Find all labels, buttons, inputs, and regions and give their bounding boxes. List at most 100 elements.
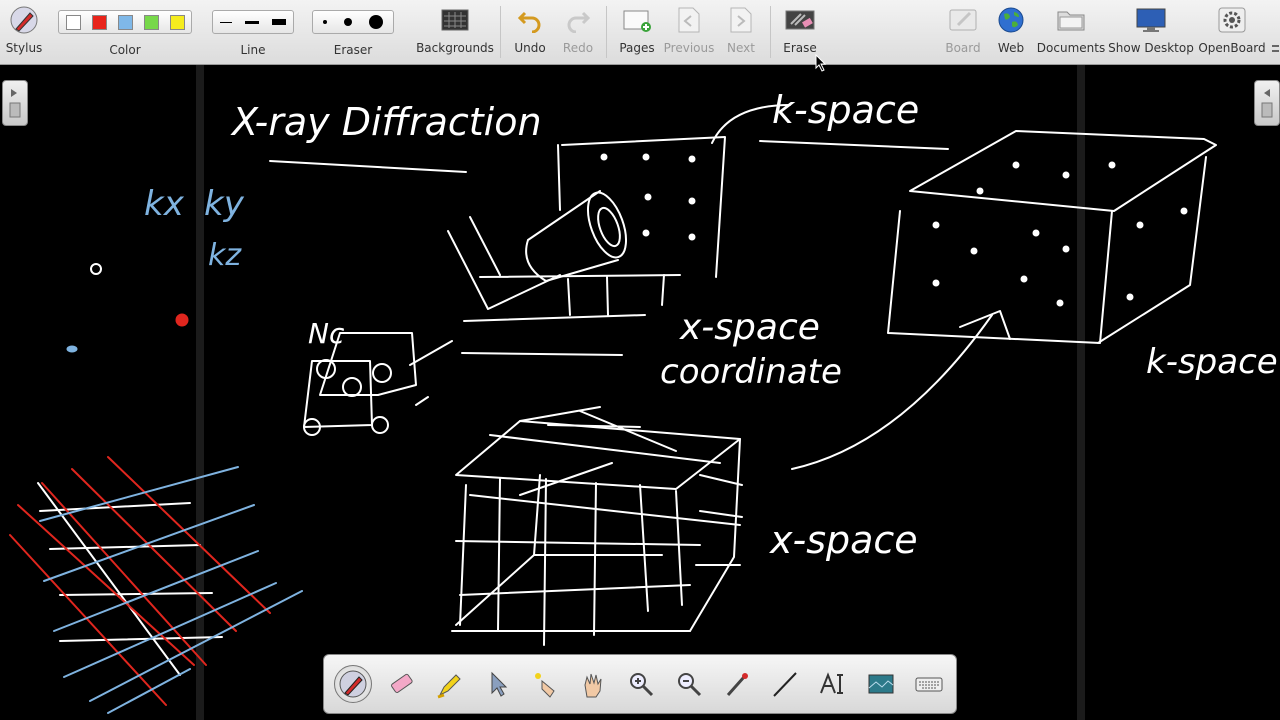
previous-label: Previous [663, 41, 715, 55]
openboard-button[interactable]: OpenBoard [1198, 0, 1266, 64]
eraser-label: Eraser [333, 43, 373, 57]
pick-color-icon [726, 673, 748, 696]
interact-tool-button[interactable] [526, 665, 564, 703]
pages-label: Pages [619, 41, 655, 55]
previous-page-icon [677, 0, 701, 40]
pen-icon [339, 670, 367, 698]
next-label: Next [727, 41, 755, 55]
ink-dot [90, 263, 102, 275]
redo-button[interactable]: Redo [560, 0, 596, 64]
text-icon [820, 672, 843, 694]
highlighter-icon [437, 674, 461, 699]
keyboard-tool-button[interactable] [910, 665, 948, 703]
next-page-icon [729, 0, 753, 40]
zoom-out-tool-button[interactable] [670, 665, 708, 703]
erase-button[interactable]: Erase [782, 0, 818, 64]
line-tool-button[interactable] [766, 665, 804, 703]
globe-icon [997, 0, 1025, 40]
selector-tool-button[interactable] [478, 665, 516, 703]
zoom-in-tool-button[interactable] [622, 665, 660, 703]
folder-icon [1056, 0, 1086, 40]
color-swatch-green[interactable] [143, 14, 159, 30]
handwritten-x-space: x-space [679, 307, 820, 348]
handwritten-x-space-bottom: x-space [769, 518, 918, 562]
color-swatch-yellow[interactable] [169, 14, 185, 30]
text-tool-button[interactable] [814, 665, 852, 703]
settings-gear-icon [1217, 0, 1247, 40]
keyboard-icon [915, 677, 943, 692]
mouse-cursor-icon [815, 54, 827, 72]
pen-tool-button[interactable] [334, 665, 372, 703]
line-icon [773, 672, 797, 697]
web-button[interactable]: Web [994, 0, 1028, 64]
hand-tool-button[interactable] [574, 665, 612, 703]
top-toolbar: Stylus Color Line Eraser Backgrounds Und… [0, 0, 1280, 65]
redo-label: Redo [562, 41, 594, 55]
show-desktop-button[interactable]: Show Desktop [1108, 0, 1194, 64]
handwritten-k-space-top: k-space [772, 88, 919, 132]
documents-button[interactable]: Documents [1036, 0, 1106, 64]
board-icon [948, 0, 978, 40]
handwritten-ky: ky [204, 184, 245, 224]
highlighter-tool-button[interactable] [430, 665, 468, 703]
color-swatch-white[interactable] [65, 14, 81, 30]
ink-dot-red [175, 313, 189, 327]
board-label: Board [945, 41, 981, 55]
redo-icon [565, 0, 591, 40]
k-space-box-sketch [791, 130, 1217, 470]
laser-icon [535, 673, 555, 698]
capture-tool-button[interactable] [862, 665, 900, 703]
handwritten-title: X-ray Diffraction [230, 100, 542, 144]
pointer-icon [491, 671, 508, 697]
previous-button[interactable]: Previous [664, 0, 714, 64]
web-label: Web [997, 41, 1025, 55]
ink-layer: X-ray Diffraction k-space x-space coordi… [9, 88, 1278, 714]
title-underline [269, 160, 467, 173]
capture-icon [868, 674, 894, 694]
color-swatch-blue[interactable] [117, 14, 133, 30]
eraser-group: Eraser [311, 0, 395, 64]
pointer-tool-button[interactable] [718, 665, 756, 703]
color-group: Color [56, 0, 194, 64]
stylus-palette [323, 654, 957, 714]
backgrounds-label: Backgrounds [416, 41, 494, 55]
next-button[interactable]: Next [724, 0, 758, 64]
undo-button[interactable]: Undo [512, 0, 548, 64]
stylus-button[interactable]: Stylus [6, 0, 42, 64]
board-button[interactable]: Board [944, 0, 982, 64]
eraser-large-button[interactable] [369, 15, 384, 29]
add-page-icon [622, 0, 652, 40]
handwritten-kz: kz [208, 238, 242, 273]
toolbar-divider [770, 6, 771, 58]
color-label: Color [109, 43, 141, 57]
monitor-icon [1135, 0, 1167, 40]
x-space-lattice-sketch [451, 406, 743, 646]
eraser-medium-button[interactable] [343, 18, 352, 26]
undo-icon [517, 0, 543, 40]
documents-label: Documents [1036, 41, 1106, 55]
toolbar-divider [606, 6, 607, 58]
more-tools-handle[interactable] [1270, 40, 1280, 64]
handwritten-coordinate: coordinate [660, 352, 842, 392]
eraser-icon [391, 673, 413, 693]
line-label: Line [240, 43, 266, 57]
zoom-in-icon [630, 673, 654, 697]
hand-icon [584, 673, 602, 698]
line-group: Line [211, 0, 295, 64]
line-thin-button[interactable] [220, 21, 233, 23]
handwritten-kx: kx [144, 184, 185, 224]
color-swatch-red[interactable] [91, 14, 107, 30]
eraser-small-button[interactable] [322, 20, 327, 24]
handwritten-k-space-right: k-space [1146, 342, 1278, 382]
backgrounds-button[interactable]: Backgrounds [416, 0, 494, 64]
eraser-tool-button[interactable] [382, 665, 420, 703]
pages-button[interactable]: Pages [617, 0, 657, 64]
line-medium-button[interactable] [244, 20, 259, 24]
show-desktop-label: Show Desktop [1108, 41, 1194, 55]
erase-label: Erase [783, 41, 817, 55]
erase-board-icon [785, 0, 815, 40]
k-space-underline [759, 140, 949, 150]
line-thick-button[interactable] [271, 19, 286, 25]
openboard-label: OpenBoard [1198, 41, 1266, 55]
backgrounds-icon [441, 0, 469, 40]
